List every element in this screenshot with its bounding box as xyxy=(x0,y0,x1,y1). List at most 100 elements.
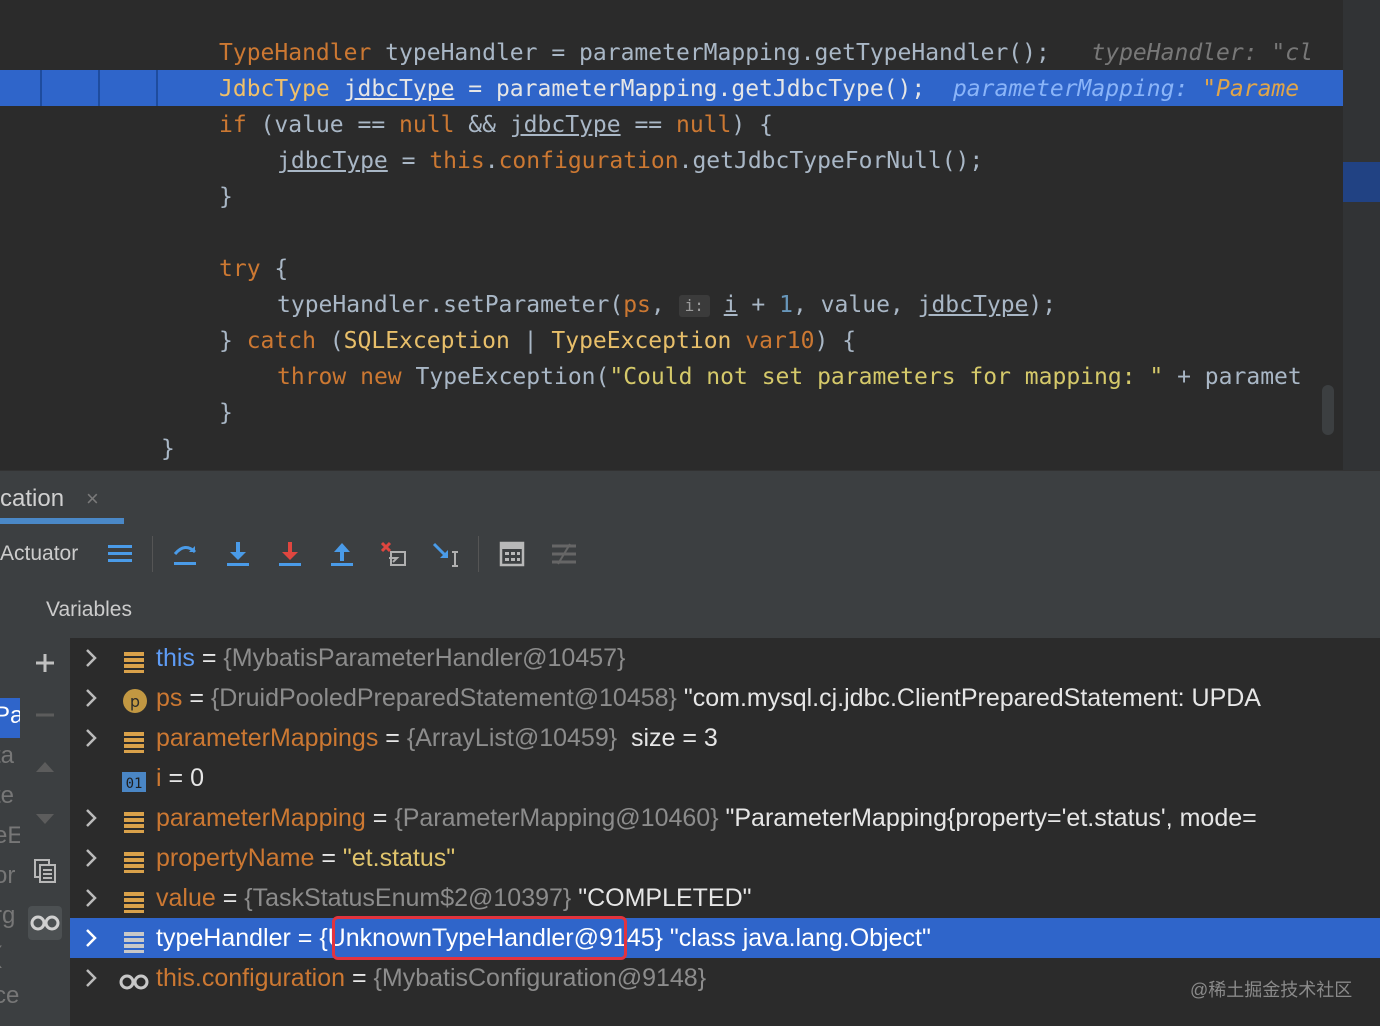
frame-text: Pa xyxy=(0,702,20,729)
code-line-6: try { xyxy=(219,256,289,282)
close-tab-icon[interactable]: × xyxy=(86,481,99,517)
variable-name: this xyxy=(156,644,195,672)
primitive-icon: 01 xyxy=(122,766,146,792)
frame-text: te xyxy=(0,782,15,809)
variable-name: parameterMapping xyxy=(156,804,366,832)
variables-title: Variables xyxy=(46,598,132,621)
debugger-toolbar: Actuator xyxy=(0,526,1380,583)
frame-text: or xyxy=(0,862,16,889)
variable-row[interactable]: this = {MybatisParameterHandler@10457} xyxy=(70,638,1380,678)
copy-icon[interactable] xyxy=(28,854,62,888)
step-into-icon[interactable] xyxy=(220,536,256,572)
code-line-8: } catch (SQLException | TypeException va… xyxy=(219,328,857,354)
expand-chevron-icon[interactable] xyxy=(84,838,104,878)
variable-equals: = xyxy=(314,844,343,872)
expand-chevron-icon[interactable] xyxy=(84,678,104,718)
variable-row[interactable]: value = {TaskStatusEnum$2@10397} "COMPLE… xyxy=(70,878,1380,918)
expand-chevron-icon[interactable] xyxy=(84,718,104,758)
code-line-5: } xyxy=(219,184,233,210)
thread-selector[interactable]: Actuator xyxy=(0,538,78,570)
svg-text:p: p xyxy=(130,692,140,711)
move-up-icon[interactable] xyxy=(28,750,62,784)
field-icon xyxy=(122,926,146,953)
watermark: @稀土掘金技术社区 xyxy=(1190,980,1353,1000)
toolbar-separator xyxy=(152,536,153,572)
variable-object-id: {MybatisParameterHandler@10457} xyxy=(223,644,626,672)
variable-object-id: {DruidPooledPreparedStatement@10458} xyxy=(210,684,677,712)
editor-scrollbar-track[interactable] xyxy=(1343,0,1380,470)
evaluate-expression-icon[interactable] xyxy=(494,536,530,572)
code-editor[interactable]: TypeHandler typeHandler = parameterMappi… xyxy=(0,0,1380,470)
tab-run-configuration[interactable]: cation xyxy=(0,481,64,517)
step-out-icon[interactable] xyxy=(324,536,360,572)
trace-current-stream-icon[interactable] xyxy=(546,536,582,572)
variable-name: typeHandler xyxy=(156,924,291,952)
frame-text: ce xyxy=(0,982,20,1009)
expand-chevron-icon[interactable] xyxy=(84,878,104,918)
horizontal-scroll-thumb[interactable] xyxy=(1322,385,1334,435)
scrollbar-position-marker[interactable] xyxy=(1343,162,1380,202)
annotation-highlight-box xyxy=(332,916,627,960)
variable-row[interactable]: parameterMapping = {ParameterMapping@104… xyxy=(70,798,1380,838)
variable-row[interactable]: p ps = {DruidPooledPreparedStatement@104… xyxy=(70,678,1380,718)
step-over-icon[interactable] xyxy=(167,536,203,572)
expand-chevron-icon[interactable] xyxy=(84,918,104,958)
variable-row-selected[interactable]: typeHandler = {UnknownTypeHandler@9145} … xyxy=(70,918,1380,958)
remove-watch-icon[interactable] xyxy=(28,698,62,732)
variable-object-id: {ArrayList@10459} xyxy=(406,724,618,752)
variable-value: "ParameterMapping{property='et.status', … xyxy=(718,804,1257,832)
code-line-10: } xyxy=(219,400,233,426)
variables-tree[interactable]: this = {MybatisParameterHandler@10457} p… xyxy=(70,638,1380,1026)
variable-equals: = xyxy=(345,964,374,992)
field-icon xyxy=(122,806,146,833)
parameter-icon: p xyxy=(122,686,147,713)
expand-chevron-icon[interactable] xyxy=(84,958,104,998)
variable-row[interactable]: 01 i = 0 xyxy=(70,758,1380,798)
inline-value-hint: parameterMapping: "Parame xyxy=(952,76,1300,102)
code-line-2: JdbcType jdbcType = parameterMapping.get… xyxy=(219,76,1300,102)
variables-side-toolbar xyxy=(20,638,71,1026)
expand-chevron-icon[interactable] xyxy=(84,638,104,678)
variable-row[interactable]: parameterMappings = {ArrayList@10459} si… xyxy=(70,718,1380,758)
force-step-into-icon[interactable] xyxy=(272,536,308,572)
variable-equals: = xyxy=(290,924,320,952)
toolbar-separator xyxy=(478,536,479,572)
show-frames-menu-icon[interactable] xyxy=(102,536,138,572)
variable-object-id: {ParameterMapping@10460} xyxy=(394,804,719,832)
variable-equals: = xyxy=(182,684,211,712)
variable-equals: = xyxy=(194,644,224,672)
svg-text:01: 01 xyxy=(126,776,143,792)
variable-row[interactable]: propertyName = "et.status" xyxy=(70,838,1380,878)
code-line-4: jdbcType = this.configuration.getJdbcTyp… xyxy=(277,148,984,174)
inline-value-hint: typeHandler: "cl xyxy=(1091,40,1313,66)
expand-chevron-icon[interactable] xyxy=(84,798,104,838)
field-icon xyxy=(122,646,146,673)
active-tab-indicator xyxy=(0,518,124,524)
variable-row[interactable]: this.configuration = {MybatisConfigurati… xyxy=(70,958,1380,998)
variable-object-id: {TaskStatusEnum$2@10397} xyxy=(244,884,572,912)
add-watch-icon[interactable] xyxy=(28,646,62,680)
gutter-separator xyxy=(40,70,42,106)
variable-value: "class java.lang.Object" xyxy=(662,924,931,952)
field-icon xyxy=(122,886,146,913)
gutter-separator xyxy=(98,70,100,106)
code-line-9: throw new TypeException("Could not set p… xyxy=(277,364,1302,390)
variable-value: 0 xyxy=(190,764,204,792)
variable-value: size = 3 xyxy=(617,724,718,752)
code-line-3: if (value == null && jdbcType == null) { xyxy=(219,112,773,138)
variable-name: ps xyxy=(156,684,183,712)
code-line-7: typeHandler.setParameter(ps, i: i + 1, v… xyxy=(277,292,1057,318)
variable-value: "COMPLETED" xyxy=(571,884,752,912)
drop-frame-icon[interactable] xyxy=(376,536,412,572)
move-down-icon[interactable] xyxy=(28,802,62,836)
code-line-1: TypeHandler typeHandler = parameterMappi… xyxy=(219,40,1313,66)
variable-name: this.configuration xyxy=(156,964,346,992)
variable-name: propertyName xyxy=(156,844,315,872)
variable-equals: = xyxy=(378,724,407,752)
gutter-separator xyxy=(156,70,158,106)
variable-equals: = xyxy=(365,804,395,832)
show-watches-icon[interactable] xyxy=(28,906,62,940)
variable-name: parameterMappings xyxy=(156,724,379,752)
variable-value: "et.status" xyxy=(342,844,456,872)
run-to-cursor-icon[interactable] xyxy=(428,536,464,572)
